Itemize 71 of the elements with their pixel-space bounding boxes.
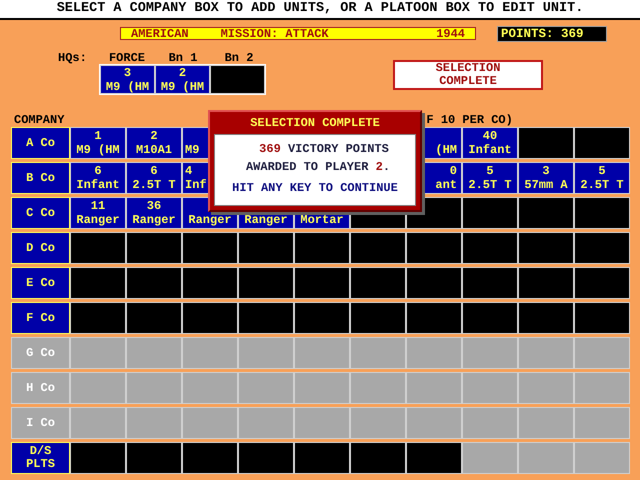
unit-cell[interactable]: 40 Infant	[462, 127, 518, 159]
unit-type: Inf	[185, 178, 207, 192]
mission-text: MISSION: ATTACK	[220, 28, 329, 40]
unit-cell[interactable]: 3 57mm A	[518, 162, 574, 194]
unit-type: 2.5T T	[580, 178, 624, 192]
unit-count: 1	[94, 129, 102, 143]
hq-label: FORCE	[108, 52, 146, 62]
unit-count: 2	[178, 66, 186, 80]
unit-count: 3	[124, 66, 132, 80]
grid-header-text: F 10 PER CO)	[426, 114, 513, 128]
unit-count: 5	[486, 164, 494, 178]
unit-count: 36	[146, 199, 162, 213]
company-label: H Co	[11, 372, 70, 404]
unit-type: 2.5T T	[132, 178, 176, 192]
hq-label: Bn 2	[224, 52, 254, 62]
company-button[interactable]: D Co	[11, 232, 70, 264]
unit-type: Ranger	[132, 213, 176, 227]
side-text: AMERICAN	[131, 28, 189, 40]
dialog-title: SELECTION COMPLETE	[249, 115, 381, 132]
points-display: POINTS: 369	[497, 26, 607, 42]
hqs-label: HQs:	[58, 52, 88, 62]
unit-count: 5	[598, 164, 606, 178]
unit-cell[interactable]: 6 Infant	[70, 162, 126, 194]
instruction-text: SELECT A COMPANY BOX TO ADD UNITS, OR A PLATOON BOX TO EDIT UNIT.	[0, 0, 640, 20]
unit-cell[interactable]: 5 2.5T T	[574, 162, 630, 194]
unit-type: M9 (HM	[160, 80, 204, 93]
dialog-message-line: 369 VICTORY POINTS	[258, 143, 389, 155]
unit-cell[interactable]: 36 Ranger	[126, 197, 182, 229]
unit-count: 6	[150, 164, 158, 178]
unit-cell[interactable]: 2 M10A1	[126, 127, 182, 159]
unit-cell[interactable]: 2 M9 (HM	[155, 65, 210, 94]
company-header: COMPANY	[14, 114, 64, 128]
unit-count: 4	[185, 164, 192, 178]
unit-type: Ranger	[76, 213, 120, 227]
company-button[interactable]: F Co	[11, 302, 70, 334]
unit-cell[interactable]: 5 2.5T T	[462, 162, 518, 194]
dialog-message-line: AWARDED TO PLAYER 2.	[244, 161, 390, 173]
unit-cell[interactable]: 11 Ranger	[70, 197, 126, 229]
unit-count: 11	[90, 199, 106, 213]
unit-type: Infant	[76, 178, 120, 192]
company-button[interactable]: E Co	[11, 267, 70, 299]
unit-count: 0	[450, 164, 457, 178]
unit-type: Infant	[468, 143, 512, 157]
company-label: I Co	[11, 407, 70, 439]
hq-label: Bn 1	[168, 52, 198, 62]
unit-type: M9	[185, 143, 200, 157]
unit-type: M10A1	[136, 143, 172, 157]
unit-type: Mortar	[300, 213, 344, 227]
unit-type: Ranger	[188, 213, 232, 227]
company-button[interactable]: D/S PLTS	[11, 442, 70, 474]
unit-count: 3	[542, 164, 550, 178]
unit-type: (HM	[435, 143, 457, 157]
unit-type: Ranger	[244, 213, 288, 227]
unit-type: ant	[435, 178, 457, 192]
company-label: G Co	[11, 337, 70, 369]
company-button[interactable]: A Co	[11, 127, 70, 159]
unit-type: M9 (HM	[76, 143, 120, 157]
unit-type: 57mm A	[524, 178, 568, 192]
year-text: 1944	[436, 28, 465, 40]
unit-type: M9 (HM	[106, 80, 150, 93]
unit-cell[interactable]: 1 M9 (HM	[70, 127, 126, 159]
selection-complete-button[interactable]: SELECTION COMPLETE	[393, 60, 543, 90]
unit-cell[interactable]: 3 M9 (HM	[100, 65, 155, 94]
continue-prompt: HIT ANY KEY TO CONTINUE	[232, 182, 398, 194]
unit-count: 40	[482, 129, 498, 143]
unit-type: 2.5T T	[468, 178, 512, 192]
unit-count: 2	[150, 129, 158, 143]
unit-count: 6	[94, 164, 102, 178]
company-button[interactable]: C Co	[11, 197, 70, 229]
company-button[interactable]: B Co	[11, 162, 70, 194]
unit-cell[interactable]: 6 2.5T T	[126, 162, 182, 194]
